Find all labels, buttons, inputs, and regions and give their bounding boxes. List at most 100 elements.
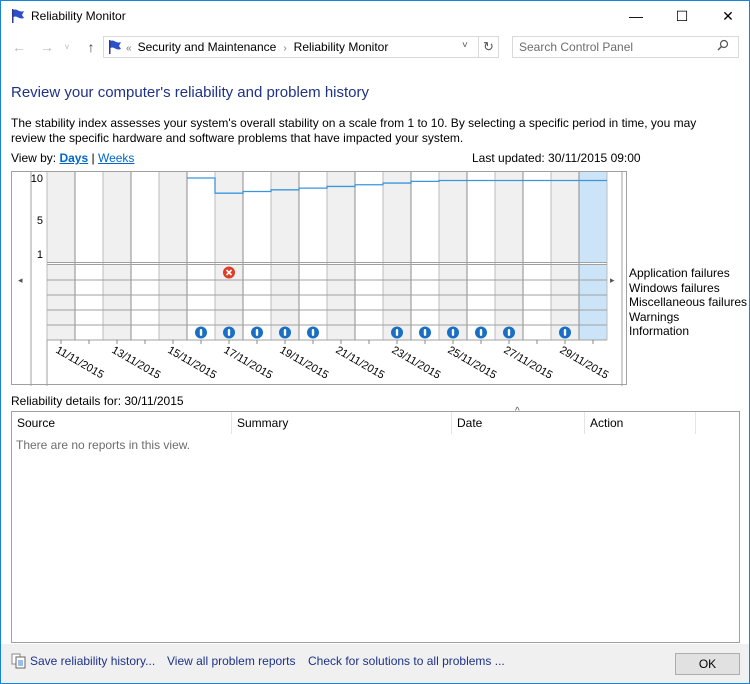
up-button[interactable]: ↑ [81, 38, 101, 56]
view-weeks-link[interactable]: Weeks [98, 151, 134, 165]
breadcrumb-separator[interactable]: › [276, 43, 293, 54]
day-column[interactable] [187, 172, 215, 262]
recent-locations-button[interactable]: ˅ [61, 38, 73, 56]
day-column-events[interactable] [47, 265, 75, 340]
day-column-events[interactable] [103, 265, 131, 340]
view-days-link[interactable]: Days [59, 151, 88, 165]
page-title: Review your computer's reliability and p… [11, 84, 370, 101]
day-column[interactable] [467, 172, 495, 262]
day-column[interactable] [215, 172, 243, 262]
search-icon[interactable] [717, 39, 729, 54]
scroll-right-button[interactable]: ▸ [610, 275, 615, 285]
navigation-bar: ← → ˅ ↑ «Security and Maintenance › Reliab… [1, 32, 749, 62]
day-column[interactable] [355, 172, 383, 262]
day-column[interactable] [75, 172, 103, 262]
day-column-events[interactable] [523, 265, 551, 340]
refresh-button[interactable]: ↻ [478, 37, 498, 57]
day-column[interactable] [411, 172, 439, 262]
day-column[interactable] [299, 172, 327, 262]
day-column[interactable] [159, 172, 187, 262]
title-bar: Reliability Monitor — ☐ ✕ [1, 1, 749, 31]
information-icon-glyph [283, 329, 287, 336]
breadcrumb: «Security and Maintenance › Reliability Mo… [126, 40, 388, 54]
close-button[interactable]: ✕ [705, 1, 750, 31]
flag-icon [109, 40, 121, 54]
x-tick-label: 21/11/2015 [334, 344, 387, 382]
search-box[interactable] [512, 36, 739, 58]
column-header-action[interactable]: Action [585, 412, 696, 434]
view-by-label: View by: [11, 151, 60, 165]
information-icon-glyph [311, 329, 315, 336]
legend-warnings: Warnings [629, 309, 680, 324]
day-column[interactable] [131, 172, 159, 262]
table-header: Source Summary Date Action ^ [12, 406, 739, 434]
day-column-events[interactable] [327, 265, 355, 340]
address-dropdown-icon[interactable]: ˅ [462, 40, 468, 51]
address-bar[interactable]: «Security and Maintenance › Reliability Mo… [103, 36, 499, 58]
scroll-left-button[interactable]: ◂ [18, 275, 23, 285]
save-reliability-history-link[interactable]: Save reliability history... [30, 654, 155, 668]
search-input[interactable] [519, 39, 709, 55]
x-tick-label: 11/11/2015 [54, 344, 106, 381]
view-separator: | [88, 151, 98, 165]
view-all-problem-reports-link[interactable]: View all problem reports [167, 654, 296, 668]
legend-windows-failures: Windows failures [629, 280, 720, 295]
save-document-icon [11, 653, 26, 669]
breadcrumb-reliability-monitor[interactable]: Reliability Monitor [294, 40, 389, 54]
breadcrumb-overflow[interactable]: « [126, 43, 138, 54]
maximize-button[interactable]: ☐ [659, 1, 705, 31]
day-column[interactable] [383, 172, 411, 262]
ok-button[interactable]: OK [675, 653, 740, 675]
day-column-events[interactable] [159, 265, 187, 340]
day-column[interactable] [243, 172, 271, 262]
forward-button[interactable]: → [37, 38, 57, 56]
column-header-source[interactable]: Source [12, 412, 232, 434]
information-icon-glyph [507, 329, 511, 336]
minimize-button[interactable]: — [613, 1, 659, 31]
information-icon-glyph [423, 329, 427, 336]
day-column[interactable] [579, 172, 607, 262]
footer-bar: Save reliability history... View all pro… [1, 644, 749, 683]
flag-icon [12, 9, 24, 23]
information-icon-glyph [451, 329, 455, 336]
day-column[interactable] [523, 172, 551, 262]
day-column[interactable] [47, 172, 75, 262]
day-column[interactable] [439, 172, 467, 262]
day-column-events[interactable] [355, 265, 383, 340]
breadcrumb-security-and-maintenance[interactable]: Security and Maintenance [138, 40, 277, 54]
day-column[interactable] [271, 172, 299, 262]
window-title: Reliability Monitor [31, 9, 126, 23]
sort-ascending-icon: ^ [515, 406, 520, 417]
stability-chart[interactable]: ◂ ▸ 10 5 1 11/11/2015 13/11/2015 15/11/2015 17/1… [11, 171, 628, 386]
stability-chart-svg[interactable]: ◂ ▸ 10 5 1 11/11/2015 13/11/2015 15/11/2015 17/1… [12, 172, 628, 386]
information-icon-glyph [479, 329, 483, 336]
x-tick-label: 25/11/2015 [446, 344, 499, 382]
x-tick-label: 27/11/2015 [502, 344, 555, 382]
x-tick-label: 19/11/2015 [278, 344, 331, 382]
check-for-solutions-link[interactable]: Check for solutions to all problems ... [308, 654, 505, 668]
y-tick-label: 5 [37, 215, 43, 227]
day-column-events[interactable] [75, 265, 103, 340]
x-tick-label: 17/11/2015 [222, 344, 275, 382]
empty-message: There are no reports in this view. [16, 438, 191, 452]
last-updated: Last updated: 30/11/2015 09:00 [472, 151, 641, 165]
x-tick-label: 13/11/2015 [110, 344, 163, 382]
column-header-summary[interactable]: Summary [232, 412, 452, 434]
information-icon-glyph [199, 329, 203, 336]
page-description: The stability index assesses your system… [11, 116, 697, 145]
legend-miscellaneous-failures: Miscellaneous failures [629, 295, 748, 309]
day-column[interactable] [103, 172, 131, 262]
information-icon-glyph [255, 329, 259, 336]
day-column-events[interactable] [131, 265, 159, 340]
day-column[interactable] [327, 172, 355, 262]
legend-application-failures: Application failures [629, 266, 730, 280]
information-icon-glyph [563, 329, 567, 336]
day-column[interactable] [551, 172, 579, 262]
x-tick-label: 29/11/2015 [558, 344, 611, 382]
back-button[interactable]: ← [9, 38, 29, 56]
legend-information: Information [629, 324, 690, 338]
day-column[interactable] [495, 172, 523, 262]
day-column-events[interactable] [579, 265, 607, 340]
reliability-details-label: Reliability details for: 30/11/2015 [11, 394, 184, 408]
reports-table: Source Summary Date Action ^ There are n… [11, 406, 740, 643]
